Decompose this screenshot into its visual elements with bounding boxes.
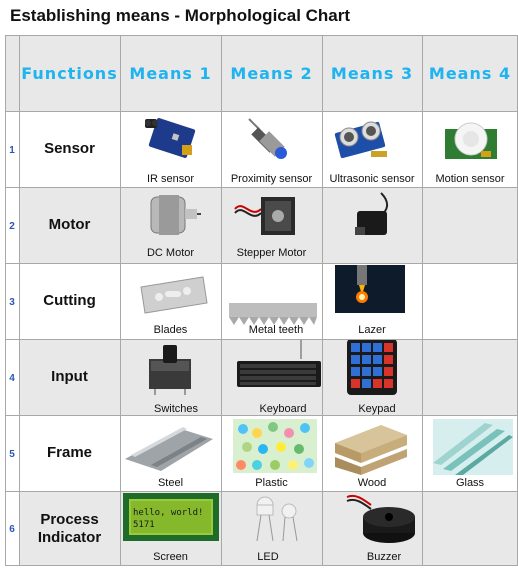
header-functions: Functions <box>21 63 118 83</box>
means-label: LED <box>257 551 279 563</box>
means-label: Plastic <box>255 477 288 489</box>
function-label: Cutting <box>43 292 96 309</box>
means-label: Steel <box>157 477 184 489</box>
row-number: 4 <box>9 373 15 384</box>
screen-line-1: hello, world! <box>133 508 203 518</box>
function-label: Process Indicator <box>37 510 102 546</box>
row-number: 5 <box>9 449 15 460</box>
razor-blade-icon <box>140 276 208 314</box>
function-label: Motor <box>48 216 91 233</box>
wood-planks-icon <box>335 425 407 475</box>
means-label: DC Motor <box>146 247 195 259</box>
stepper-motor-icon <box>234 197 295 235</box>
means-label: Stepper Motor <box>236 247 307 259</box>
ultrasonic-sensor-icon <box>334 121 387 159</box>
servo-motor-icon <box>355 192 388 235</box>
header-means-2: Means 2 <box>230 63 313 83</box>
proximity-sensor-icon <box>248 118 287 159</box>
means-label: Proximity sensor <box>230 173 313 185</box>
means-label: Glass <box>455 477 485 489</box>
means-label: Buzzer <box>366 551 402 563</box>
means-label: Blades <box>153 324 188 336</box>
means-label: Screen <box>153 551 188 563</box>
means-label: Metal teeth <box>248 324 304 336</box>
means-label: Keypad <box>358 403 396 415</box>
header-means-4: Means 4 <box>428 63 512 83</box>
row-number: 2 <box>9 221 15 232</box>
laser-icon <box>335 265 405 313</box>
steel-sheet-icon <box>125 427 213 471</box>
glass-panes-icon <box>433 419 513 475</box>
means-label: Lazer <box>358 324 386 336</box>
means-label: Switches <box>153 403 199 415</box>
means-label: Motion sensor <box>435 173 505 185</box>
function-label: Input <box>51 368 88 385</box>
row-number: 1 <box>9 145 15 156</box>
push-switch-icon <box>149 345 191 395</box>
ir-sensor-icon <box>145 118 196 158</box>
keyboard-icon <box>237 339 321 387</box>
function-label: Sensor <box>44 140 95 157</box>
header-means-1: Means 1 <box>129 63 212 83</box>
row-number: 6 <box>9 524 15 535</box>
saw-teeth-icon <box>229 303 317 325</box>
motion-sensor-icon <box>445 122 497 159</box>
plastic-pellets-icon <box>233 419 317 473</box>
page-title: Establishing means - Morphological Chart <box>10 6 351 25</box>
buzzer-icon <box>346 495 415 543</box>
header-means-3: Means 3 <box>330 63 414 83</box>
means-label: Wood <box>357 477 387 489</box>
means-label: IR sensor <box>146 173 195 185</box>
row-number: 3 <box>9 297 15 308</box>
keypad-icon <box>347 339 397 395</box>
dc-motor-icon <box>150 195 201 235</box>
screen-line-2: 5171 <box>133 520 155 530</box>
function-label: Frame <box>46 444 93 461</box>
means-label: Ultrasonic sensor <box>329 173 415 185</box>
led-icon <box>256 496 298 542</box>
lcd-screen-icon: hello, world! 5171 <box>123 493 219 541</box>
